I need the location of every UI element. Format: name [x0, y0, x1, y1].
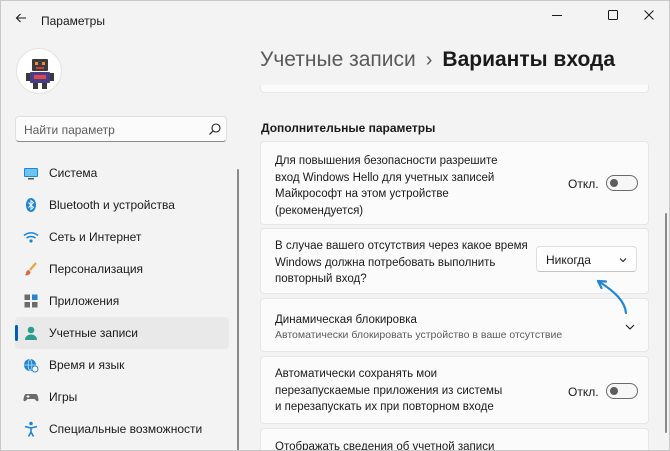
breadcrumb-parent[interactable]: Учетные записи [260, 48, 416, 71]
text-line: перезапускаемые приложения из системы [275, 384, 503, 397]
back-button[interactable] [9, 6, 33, 30]
dropdown-value: Никогда [546, 253, 591, 267]
settings-window: Параметры Найти параметр Система Bluetoo… [0, 0, 670, 451]
back-arrow-icon [15, 13, 26, 23]
sidebar-item-gaming[interactable]: Игры [15, 381, 229, 413]
sidebar-item-label: Система [49, 166, 98, 180]
windows-hello-card: Для повышения безопасности разрешите вхо… [260, 141, 649, 225]
app-title: Параметры [41, 14, 105, 28]
account-details-description: Отображать сведения об учетной записи [275, 441, 495, 451]
toggle-state-label: Откл. [568, 177, 599, 191]
require-signin-card: В случае вашего отсутствия через какое в… [260, 228, 649, 294]
sidebar-item-label: Время и язык [49, 358, 125, 372]
windows-hello-description: Для повышения безопасности разрешите вхо… [275, 153, 498, 219]
toggle-state-label: Откл. [568, 385, 599, 399]
close-icon [644, 10, 654, 20]
sidebar-item-label: Bluetooth и устройства [49, 198, 175, 212]
text-line: Автоматически сохранять мои [275, 368, 438, 380]
text-line: и перезапускать их при повторном входе [275, 401, 494, 413]
accessibility-icon [24, 421, 38, 437]
text-line: Майкрософт на этом устройстве [275, 188, 449, 200]
account-details-card: Отображать сведения об учетной записи [260, 428, 649, 451]
text-line: вход Windows Hello для учетных записей [275, 171, 495, 184]
search-box[interactable] [15, 116, 227, 142]
active-indicator [15, 325, 18, 341]
previous-card-edge [260, 85, 649, 93]
restart-apps-toggle[interactable] [606, 383, 638, 399]
sidebar-item-apps[interactable]: Приложения [15, 285, 229, 317]
search-input[interactable] [24, 121, 204, 138]
text-line: Для повышения безопасности разрешите [275, 155, 498, 167]
chevron-down-icon[interactable] [624, 321, 636, 333]
text-line: В случае вашего отсутствия через какое в… [275, 240, 528, 252]
sidebar-item-label: Сеть и Интернет [49, 230, 142, 244]
wifi-icon [23, 232, 39, 243]
breadcrumb-separator-icon: › [425, 49, 433, 71]
minimize-button[interactable] [534, 1, 580, 29]
sidebar-item-label: Учетные записи [49, 326, 138, 340]
gamepad-icon [23, 394, 39, 402]
page-title: Варианты входа [442, 48, 616, 71]
sidebar-item-label: Игры [49, 390, 78, 404]
windows-hello-toggle[interactable] [606, 175, 638, 191]
account-icon [25, 326, 37, 340]
sidebar-item-time-language[interactable]: Время и язык [15, 349, 229, 381]
sidebar-item-system[interactable]: Система [15, 157, 229, 189]
apps-icon [24, 294, 38, 308]
require-signin-description: В случае вашего отсутствия через какое в… [275, 238, 528, 288]
chevron-down-icon [619, 258, 627, 263]
brush-icon [24, 262, 37, 276]
sidebar-item-bluetooth[interactable]: Bluetooth и устройства [15, 189, 229, 221]
restart-apps-description: Автоматически сохранять мои перезапускае… [275, 366, 502, 416]
sidebar-nav: Система Bluetooth и устройства Сеть и Ин… [15, 157, 229, 445]
text-line: повторный вход? [275, 273, 367, 285]
breadcrumb: Учетные записи › Варианты входа [260, 48, 615, 76]
avatar[interactable] [16, 48, 62, 94]
restart-apps-card: Автоматически сохранять мои перезапускае… [260, 356, 649, 424]
globe-clock-icon [24, 358, 39, 373]
robot-avatar-icon [26, 59, 54, 89]
dynamic-lock-title: Динамическая блокировка [275, 314, 417, 326]
dynamic-lock-description: Автоматически блокировать устройство в в… [275, 329, 563, 341]
section-heading: Дополнительные параметры [261, 121, 436, 135]
dynamic-lock-card[interactable]: Динамическая блокировка Автоматически бл… [260, 298, 649, 352]
require-signin-dropdown[interactable]: Никогда [536, 246, 637, 272]
sidebar-item-label: Приложения [49, 294, 120, 308]
close-button[interactable] [626, 1, 669, 29]
maximize-icon [608, 10, 618, 20]
system-icon [24, 168, 38, 180]
main-scrollbar[interactable] [665, 213, 667, 433]
sidebar-item-accessibility[interactable]: Специальные возможности [15, 413, 229, 445]
sidebar-item-label: Специальные возможности [49, 422, 203, 436]
toggle-knob [610, 179, 618, 187]
sidebar-item-accounts[interactable]: Учетные записи [15, 317, 229, 349]
text-line: (рекомендуется) [275, 204, 364, 217]
sidebar-item-label: Персонализация [49, 262, 144, 276]
toggle-knob [610, 387, 618, 395]
sidebar-item-network[interactable]: Сеть и Интернет [15, 221, 229, 253]
text-line: Windows должна потребовать выполнить [275, 256, 496, 269]
minimize-icon [552, 15, 562, 16]
search-icon[interactable] [208, 122, 222, 136]
sidebar-item-personalization[interactable]: Персонализация [15, 253, 229, 285]
bluetooth-icon [26, 198, 36, 212]
title-bar: Параметры [1, 1, 669, 35]
sidebar-scrollbar[interactable] [237, 169, 239, 450]
